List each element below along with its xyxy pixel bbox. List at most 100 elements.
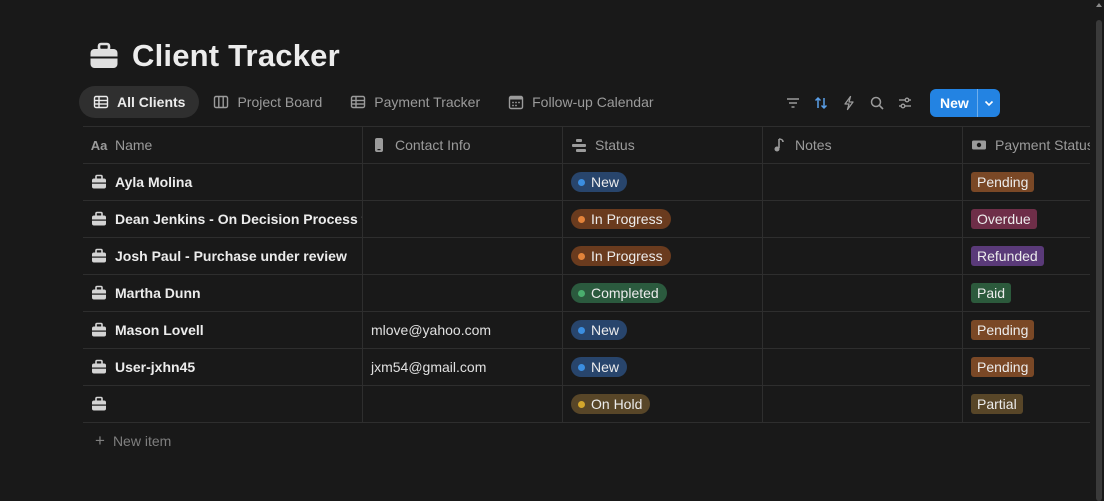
- table-row[interactable]: Ayla Molina New Pending: [83, 164, 1090, 201]
- contact-cell[interactable]: [363, 238, 563, 274]
- new-button-group: New: [930, 89, 1000, 117]
- table-row[interactable]: User-jxhn45 jxm54@gmail.com New Pending: [83, 349, 1090, 386]
- client-name: Josh Paul - Purchase under review: [115, 248, 347, 264]
- status-label: New: [591, 322, 620, 338]
- contact-cell[interactable]: [363, 164, 563, 200]
- money-icon: [971, 137, 987, 153]
- tab-label: All Clients: [117, 94, 186, 110]
- table-row[interactable]: Josh Paul - Purchase under review In Prog…: [83, 238, 1090, 275]
- status-label: New: [591, 174, 620, 190]
- table-row[interactable]: Mason Lovell mlove@yahoo.com New Pending: [83, 312, 1090, 349]
- notes-cell[interactable]: [763, 349, 963, 385]
- payment-cell[interactable]: Overdue: [963, 201, 1090, 237]
- new-item-label: New item: [112, 433, 172, 449]
- name-cell[interactable]: [83, 386, 363, 422]
- table-row[interactable]: Dean Jenkins - On Decision Process for In…: [83, 201, 1090, 238]
- status-cell[interactable]: New: [563, 349, 763, 385]
- column-header-contact-info[interactable]: Contact Info: [363, 127, 563, 163]
- client-name: Martha Dunn: [115, 285, 201, 301]
- briefcase-icon: [92, 174, 106, 189]
- tab-project-board[interactable]: Project Board: [199, 86, 336, 118]
- payment-status-tag: Overdue: [971, 209, 1037, 229]
- column-header-notes[interactable]: Notes: [763, 127, 963, 163]
- payment-cell[interactable]: Pending: [963, 164, 1090, 200]
- name-cell[interactable]: Ayla Molina: [83, 164, 363, 200]
- status-dot: [578, 252, 585, 260]
- status-label: Completed: [591, 285, 659, 301]
- status-badge: New: [571, 172, 628, 192]
- payment-status-tag: Refunded: [971, 246, 1044, 266]
- payment-cell[interactable]: Pending: [963, 349, 1090, 385]
- name-cell[interactable]: Mason Lovell: [83, 312, 363, 348]
- briefcase-icon: [90, 42, 118, 68]
- status-cell[interactable]: Completed: [563, 275, 763, 311]
- column-header-status[interactable]: Status: [563, 127, 763, 163]
- contact-cell[interactable]: [363, 386, 563, 422]
- status-label: In Progress: [591, 248, 663, 264]
- name-cell[interactable]: User-jxhn45: [83, 349, 363, 385]
- notes-cell[interactable]: [763, 164, 963, 200]
- view-toolbar: New: [782, 89, 1000, 117]
- notes-cell[interactable]: [763, 386, 963, 422]
- briefcase-icon: [92, 359, 106, 374]
- status-dot: [578, 178, 585, 186]
- name-cell[interactable]: Martha Dunn: [83, 275, 363, 311]
- filter-icon[interactable]: [782, 90, 804, 116]
- tab-payment-tracker[interactable]: Payment Tracker: [336, 86, 494, 118]
- status-label: On Hold: [591, 396, 643, 412]
- contact-cell[interactable]: jxm54@gmail.com: [363, 349, 563, 385]
- payment-cell[interactable]: Paid: [963, 275, 1090, 311]
- notes-cell[interactable]: [763, 312, 963, 348]
- new-button[interactable]: New: [930, 89, 977, 117]
- page-title: Client Tracker: [132, 38, 340, 73]
- briefcase-icon: [92, 248, 106, 263]
- status-badge: In Progress: [571, 246, 671, 266]
- notes-cell[interactable]: [763, 201, 963, 237]
- payment-cell[interactable]: Pending: [963, 312, 1090, 348]
- status-badge: In Progress: [571, 209, 671, 229]
- sort-icon[interactable]: [810, 90, 832, 116]
- status-cell[interactable]: On Hold: [563, 386, 763, 422]
- status-cell[interactable]: New: [563, 312, 763, 348]
- new-item-button[interactable]: + New item: [95, 431, 171, 451]
- name-cell[interactable]: Dean Jenkins - On Decision Process for: [83, 201, 363, 237]
- table-row[interactable]: On Hold Partial: [83, 386, 1090, 423]
- status-badge: On Hold: [571, 394, 651, 414]
- tab-label: Project Board: [237, 94, 323, 110]
- table-header: Aa Name Contact Info Status Notes Paymen…: [83, 126, 1090, 164]
- column-header-name[interactable]: Aa Name: [83, 127, 363, 163]
- status-cell[interactable]: In Progress: [563, 201, 763, 237]
- briefcase-icon: [92, 285, 106, 300]
- tab-all-clients[interactable]: All Clients: [79, 86, 200, 118]
- clients-table: Aa Name Contact Info Status Notes Paymen…: [83, 126, 1090, 423]
- calendar-icon: [508, 94, 524, 110]
- notes-cell[interactable]: [763, 238, 963, 274]
- contact-cell[interactable]: [363, 201, 563, 237]
- payment-cell[interactable]: Partial: [963, 386, 1090, 422]
- notes-cell[interactable]: [763, 275, 963, 311]
- name-cell[interactable]: Josh Paul - Purchase under review: [83, 238, 363, 274]
- search-icon[interactable]: [866, 90, 888, 116]
- chevron-down-icon: [984, 100, 993, 107]
- status-cell[interactable]: In Progress: [563, 238, 763, 274]
- settings-icon[interactable]: [894, 90, 916, 116]
- status-cell[interactable]: New: [563, 164, 763, 200]
- status-dot: [578, 400, 585, 408]
- scrollbar[interactable]: [1096, 20, 1102, 501]
- payment-cell[interactable]: Refunded: [963, 238, 1090, 274]
- status-dot: [578, 326, 585, 334]
- status-badge: Completed: [571, 283, 667, 303]
- briefcase-icon: [92, 396, 106, 411]
- contact-cell[interactable]: mlove@yahoo.com: [363, 312, 563, 348]
- contact-info: jxm54@gmail.com: [371, 359, 487, 375]
- tab-label: Follow-up Calendar: [532, 94, 654, 110]
- table-row[interactable]: Martha Dunn Completed Paid: [83, 275, 1090, 312]
- table-body: Ayla Molina New Pending Dean Jenkins - On D…: [83, 164, 1090, 423]
- contact-cell[interactable]: [363, 275, 563, 311]
- scroll-up-arrow[interactable]: [1096, 2, 1102, 12]
- text-type-icon: Aa: [90, 137, 108, 153]
- tab-follow-up-calendar[interactable]: Follow-up Calendar: [494, 86, 667, 118]
- automation-icon[interactable]: [838, 90, 860, 116]
- column-header-payment-status[interactable]: Payment Status: [963, 127, 1090, 163]
- new-dropdown-button[interactable]: [976, 89, 1000, 117]
